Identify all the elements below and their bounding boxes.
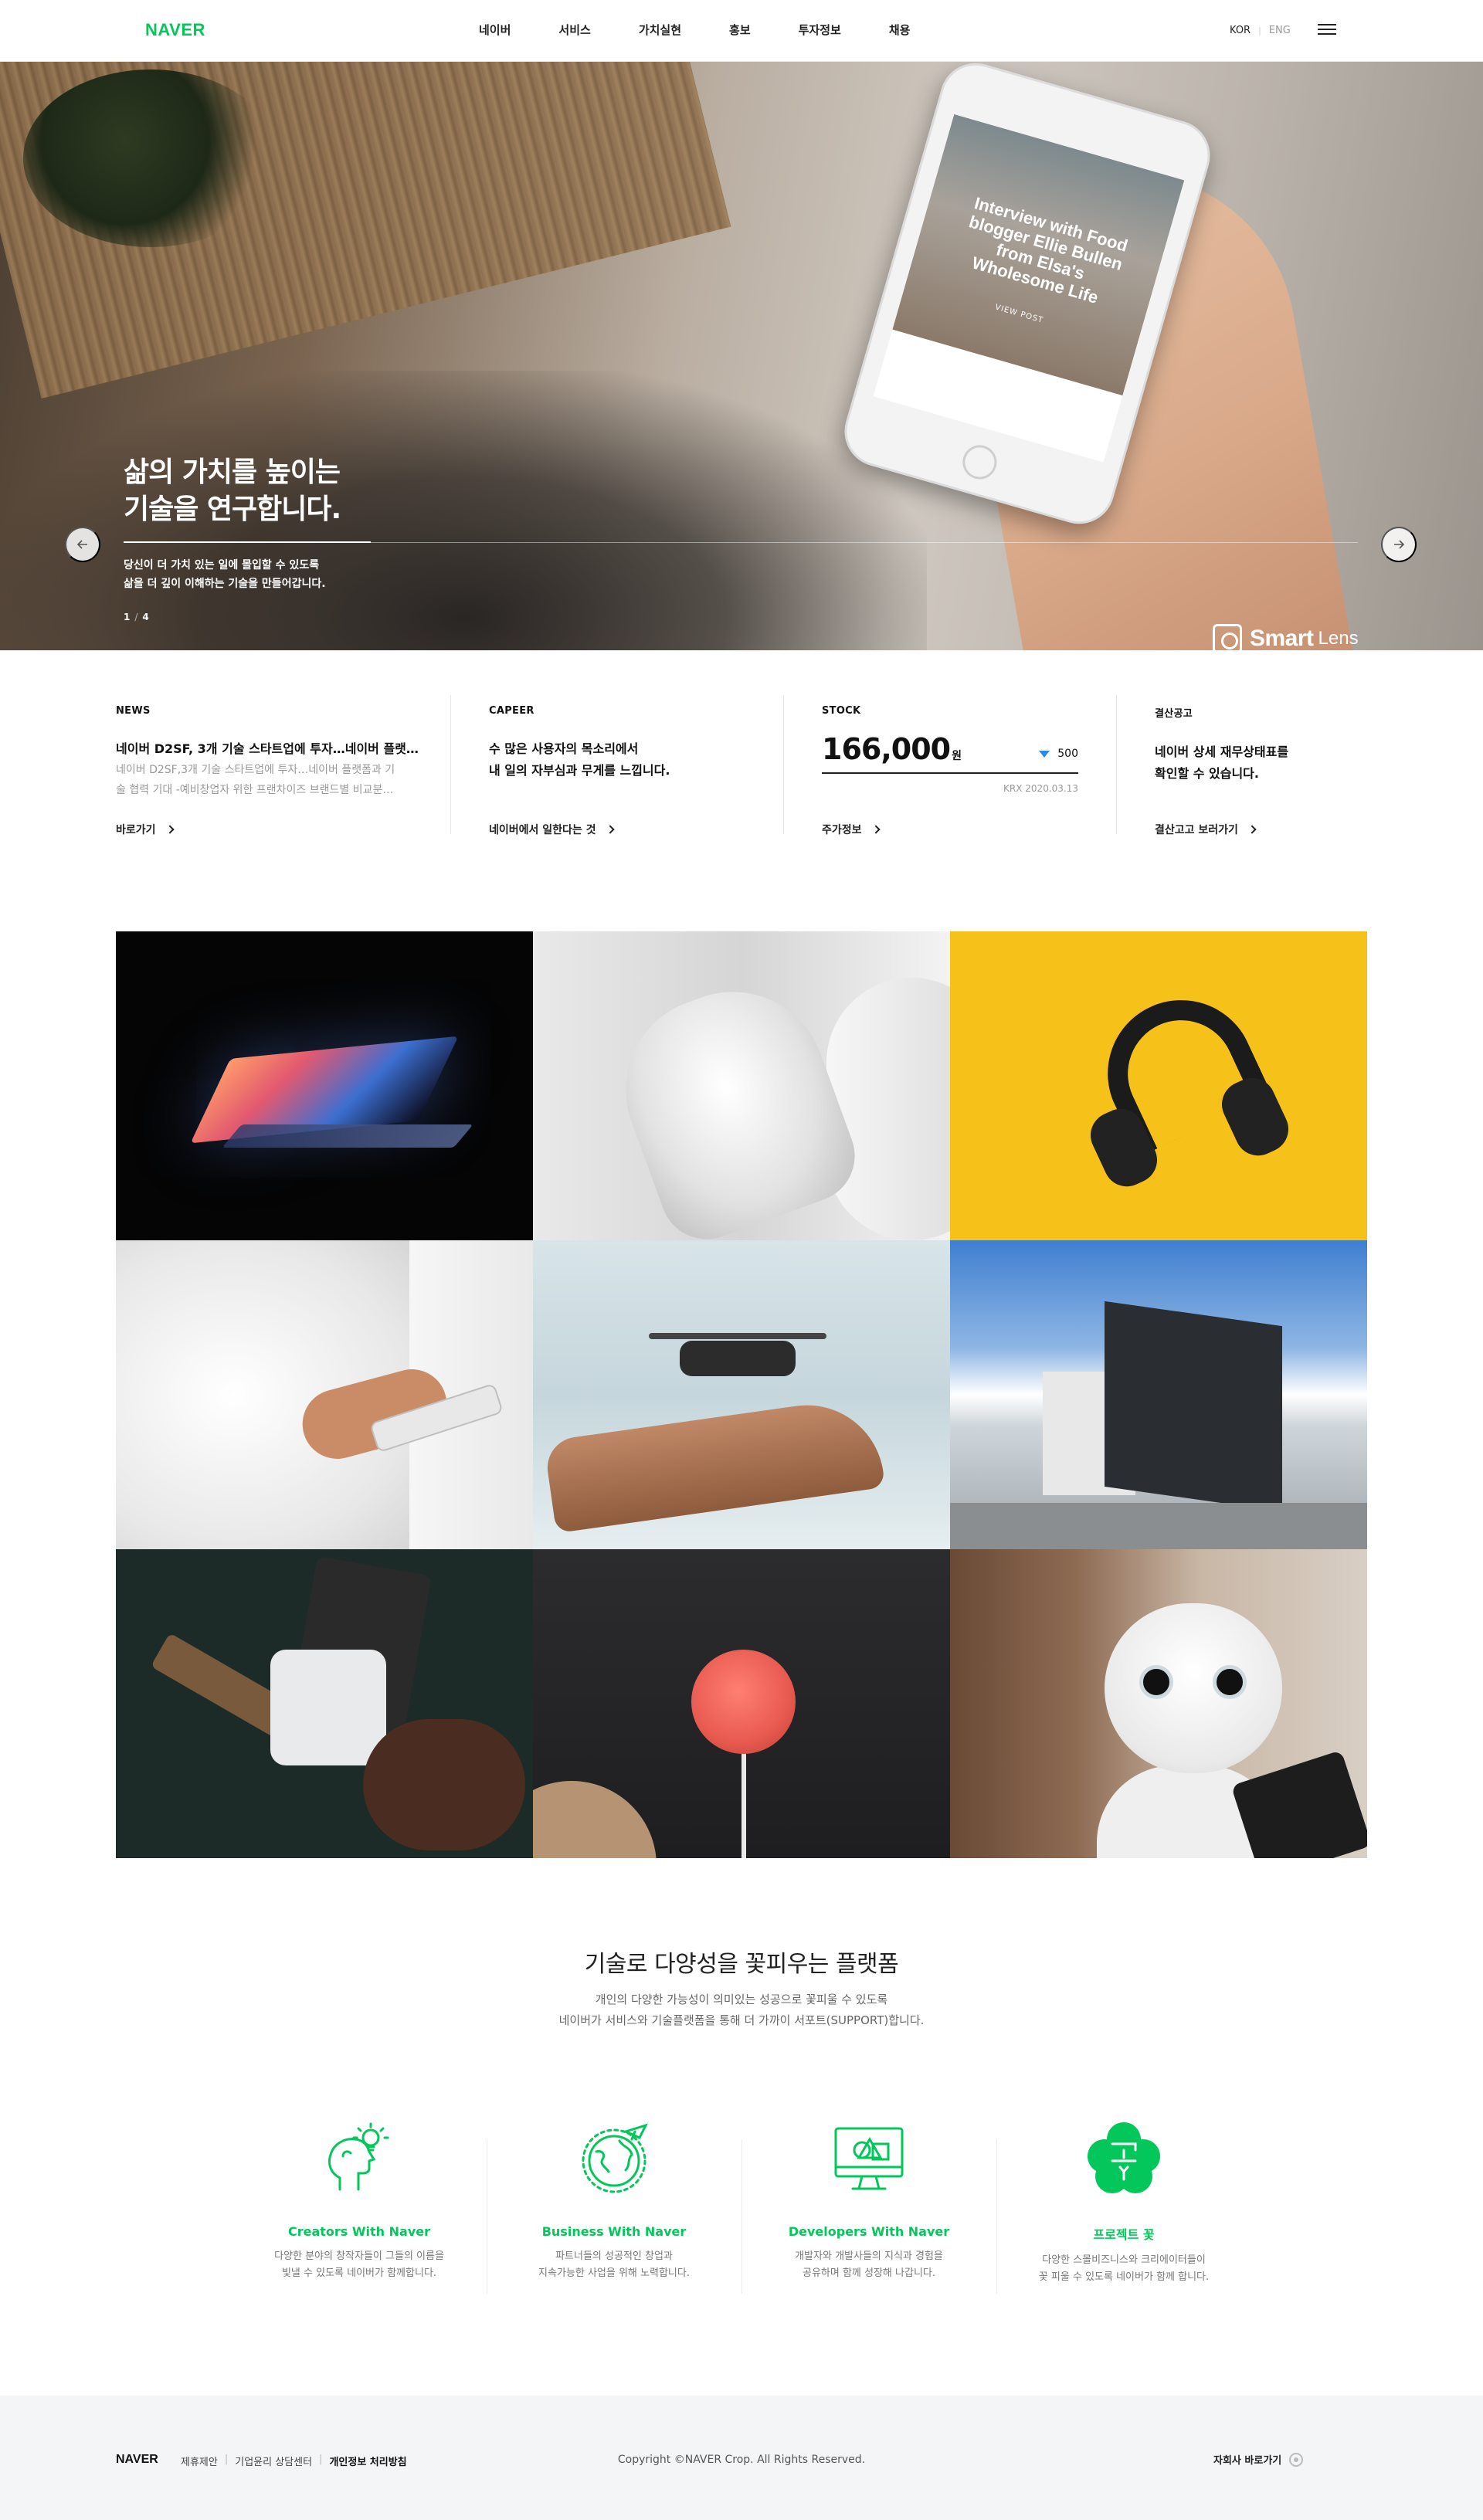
service-project-flower[interactable]: 프로젝트 꽃 다양한 스몰비즈니스와 크리에이터들이 꽃 피울 수 있도록 네이… xyxy=(996,2116,1251,2317)
stock-unit: 원 xyxy=(952,750,962,762)
nav-item-value[interactable]: 가치실현 xyxy=(639,22,681,38)
slider-page-current: 1 xyxy=(124,612,131,622)
stock-more-link[interactable]: 주가정보 xyxy=(822,822,881,837)
nav-item-ir[interactable]: 투자정보 xyxy=(799,22,841,38)
slider-progress-bar xyxy=(124,541,371,543)
global-header: NAVER 네이버 서비스 가치실현 홍보 투자정보 채용 KOR | ENG xyxy=(0,0,1483,62)
nav-item-pr[interactable]: 홍보 xyxy=(729,22,751,38)
chevron-right-icon xyxy=(605,825,615,834)
gallery-tile-drone[interactable] xyxy=(533,1240,950,1549)
platform-title: 기술로 다양성을 꽃피우는 플랫폼 xyxy=(584,1951,899,1978)
career-more-link[interactable]: 네이버에서 일한다는 것 xyxy=(489,822,615,837)
platform-services: Creators With Naver 다양한 분야의 창작자들이 그들의 이름… xyxy=(232,2116,1251,2317)
news-headline[interactable]: 네이버 D2SF, 3개 기술 스타트업에 투자…네이버 플랫… xyxy=(116,738,423,760)
hamburger-menu-icon[interactable] xyxy=(1318,22,1336,36)
service-title: 프로젝트 꽃 xyxy=(1093,2227,1155,2242)
slider-page-total: 4 xyxy=(142,612,149,622)
phone-home-button xyxy=(959,441,1001,483)
global-footer: NAVER 제휴제안 | 기업윤리 상담센터 | 개인정보 처리방침 Copyr… xyxy=(0,2396,1483,2520)
settlement-label: 결산공고 xyxy=(1155,708,1193,720)
slider-prev-button[interactable] xyxy=(65,527,100,562)
chevron-right-icon xyxy=(870,825,881,834)
down-triangle-icon xyxy=(1039,750,1050,758)
career-card: CAPEER 수 많은 사용자의 목소리에서 내 일의 자부심과 무게를 느낍니… xyxy=(450,695,783,857)
service-creators[interactable]: Creators With Naver 다양한 분야의 창작자들이 그들의 이름… xyxy=(232,2116,487,2317)
chevron-right-icon xyxy=(1247,825,1257,834)
smartlens-logo-icon xyxy=(1213,624,1242,650)
naver-logo[interactable]: NAVER xyxy=(145,20,205,40)
service-description: 다양한 스몰비즈니스와 크리에이터들이 꽃 피울 수 있도록 네이버가 함께 합… xyxy=(1038,2254,1210,2283)
phone-screen: Interview with Food blogger Ellie Bullen… xyxy=(873,114,1185,463)
news-more-link[interactable]: 바로가기 xyxy=(116,822,175,837)
service-title: Creators With Naver xyxy=(287,2224,430,2239)
nav-item-recruit[interactable]: 채용 xyxy=(889,22,911,38)
service-business[interactable]: Business With Naver 파트너들의 성공적인 창업과 지속가능한… xyxy=(487,2116,742,2317)
stock-card: STOCK 166,000 원 500 KRX 2020.03.13 주가정보 xyxy=(783,695,1116,857)
stock-price-row: 166,000 원 500 xyxy=(822,734,1078,774)
gallery-tile-phone-hand[interactable] xyxy=(116,1240,533,1549)
settlement-headline: 네이버 상세 재무상태표를 확인할 수 있습니다. xyxy=(1155,744,1289,781)
career-label: CAPEER xyxy=(489,705,534,717)
plus-circle-icon xyxy=(1289,2452,1304,2467)
stock-label: STOCK xyxy=(822,705,861,717)
creator-idea-icon xyxy=(328,2122,389,2191)
service-description: 개발자와 개발사들의 지식과 경험을 공유하며 함께 성장해 나갑니다. xyxy=(795,2250,943,2279)
stock-change: 500 xyxy=(1039,748,1078,760)
slider-next-button[interactable] xyxy=(1381,527,1417,562)
lang-kor-link[interactable]: KOR xyxy=(1230,25,1251,36)
gallery-tile-smart-speaker[interactable] xyxy=(533,1549,950,1858)
globe-plane-icon xyxy=(582,2123,648,2193)
language-switch: KOR | ENG xyxy=(1230,25,1291,36)
hero-bg-plant xyxy=(23,70,278,247)
photo-gallery xyxy=(116,931,1367,1858)
settlement-more-link[interactable]: 결산고고 보러가기 xyxy=(1155,822,1257,837)
hero-slider: Interview with Food blogger Ellie Bullen… xyxy=(0,62,1483,650)
lang-separator: | xyxy=(1258,25,1261,36)
platform-description: 개인의 다양한 가능성이 의미있는 성공으로 꽃피울 수 있도록 네이버가 서비… xyxy=(558,1993,925,2027)
monitor-people-icon xyxy=(834,2127,904,2190)
news-label: NEWS xyxy=(116,705,151,717)
stock-date: KRX 2020.03.13 xyxy=(1003,783,1078,794)
nav-item-naver[interactable]: 네이버 xyxy=(479,22,511,38)
gallery-tile-robot[interactable] xyxy=(950,1549,1367,1858)
gallery-tile-laptop[interactable] xyxy=(116,931,533,1240)
news-card: NEWS 네이버 D2SF, 3개 기술 스타트업에 투자…네이버 플랫… 네이… xyxy=(116,695,450,857)
arrow-left-icon xyxy=(76,540,87,549)
service-title: Business With Naver xyxy=(541,2224,687,2239)
news-summary-line1: 네이버 D2SF,3개 기술 스타트업에 투자…네이버 플랫폼과 기 xyxy=(116,764,395,776)
nav-item-service[interactable]: 서비스 xyxy=(558,22,590,38)
career-headline: 수 많은 사용자의 목소리에서 내 일의 자부심과 무게를 느낍니다. xyxy=(489,741,670,778)
settlement-card: 결산공고 네이버 상세 재무상태표를 확인할 수 있습니다. 결산고고 보러가기 xyxy=(1116,695,1367,857)
service-description: 파트너들의 성공적인 창업과 지속가능한 사업을 위해 노력합니다. xyxy=(538,2250,690,2279)
lang-eng-link[interactable]: ENG xyxy=(1269,25,1291,36)
hero-title: 삶의 가치를 높이는 기술을 연구합니다. xyxy=(124,456,341,525)
service-description: 다양한 분야의 창작자들이 그들의 이름을 빛낼 수 있도록 네이버가 함께합니… xyxy=(274,2250,444,2279)
family-site-link[interactable]: 자회사 바로가기 xyxy=(1213,2452,1304,2467)
hero-description: 당신이 더 가치 있는 일에 몰입할 수 있도록 삶을 더 깊이 이해하는 기술… xyxy=(124,559,326,590)
project-flower-icon xyxy=(1088,2122,1160,2193)
smartlens-brand: Smart Lens xyxy=(1213,624,1359,650)
gallery-tile-robot-hand[interactable] xyxy=(533,931,950,1240)
service-title: Developers With Naver xyxy=(788,2224,950,2239)
service-developers[interactable]: Developers With Naver 개발자와 개발사들의 지식과 경험을… xyxy=(742,2116,996,2317)
news-summary-line2: 술 협력 기대 -예비창업자 위한 프랜차이즈 브랜드별 비교분… xyxy=(116,784,394,796)
chevron-right-icon xyxy=(165,825,175,834)
info-summary: NEWS 네이버 D2SF, 3개 기술 스타트업에 투자…네이버 플랫… 네이… xyxy=(116,695,1367,857)
slider-pagination: 1/4 xyxy=(124,612,149,622)
gallery-tile-building[interactable] xyxy=(950,1240,1367,1549)
arrow-right-icon xyxy=(1394,540,1405,549)
gallery-tile-headphones[interactable] xyxy=(950,931,1367,1240)
main-nav: 네이버 서비스 가치실현 홍보 투자정보 채용 xyxy=(479,22,958,38)
stock-price: 166,000 xyxy=(822,732,951,766)
gallery-tile-card-reader[interactable] xyxy=(116,1549,533,1858)
